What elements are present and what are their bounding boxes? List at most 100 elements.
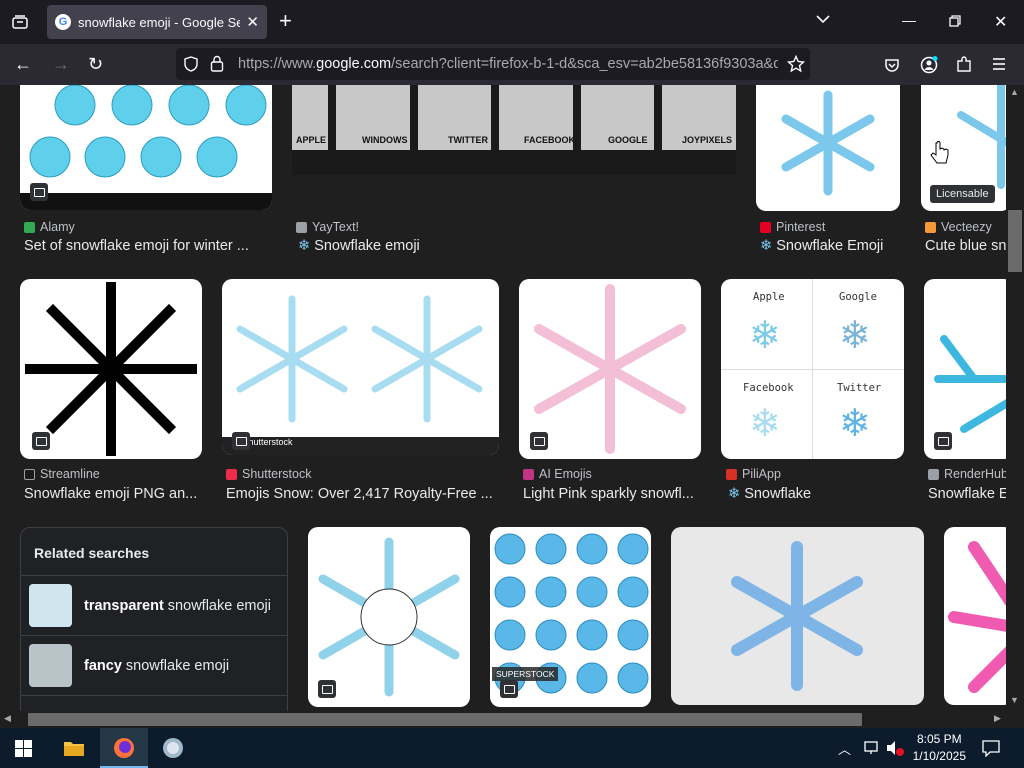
source-name: RenderHub bbox=[944, 467, 1006, 481]
related-thumbnail bbox=[29, 584, 72, 627]
active-tab[interactable]: G snowflake emoji - Google Search ✕ bbox=[47, 5, 267, 39]
related-rest-text: snowflake emoji bbox=[121, 657, 230, 674]
snowflake-icon: ❄ bbox=[728, 486, 741, 502]
hand-cursor-icon bbox=[930, 141, 949, 164]
image-result-thumbnail[interactable] bbox=[944, 527, 1006, 705]
result-source[interactable]: AI Emojis bbox=[523, 467, 592, 481]
related-thumbnail bbox=[29, 644, 72, 687]
grid-label: Google bbox=[839, 291, 877, 303]
source-name: Shutterstock bbox=[242, 467, 312, 481]
result-source[interactable]: Alamy bbox=[24, 220, 75, 234]
licensable-label: Licensable bbox=[936, 188, 989, 200]
close-tab-icon[interactable]: ✕ bbox=[246, 13, 259, 31]
extensions-icon[interactable] bbox=[956, 56, 972, 73]
account-icon[interactable] bbox=[920, 56, 938, 74]
related-search-item[interactable]: fancy snowflake emoji bbox=[21, 635, 287, 695]
scroll-down-icon[interactable]: ▼ bbox=[1010, 695, 1019, 705]
pocket-icon[interactable] bbox=[884, 57, 900, 73]
firefox-taskbar-button[interactable] bbox=[100, 728, 148, 768]
result-source[interactable]: Shutterstock bbox=[226, 467, 311, 481]
close-window-icon[interactable]: ✕ bbox=[994, 12, 1007, 32]
result-source[interactable]: Streamline bbox=[24, 467, 100, 481]
source-name: Pinterest bbox=[776, 220, 826, 234]
result-title[interactable]: Set of snowflake emoji for winter ... bbox=[24, 238, 264, 254]
platform-label: APPLE bbox=[296, 135, 327, 145]
result-source[interactable]: RenderHub bbox=[928, 467, 1006, 481]
result-title[interactable]: ❄ Snowflake Emoji bbox=[760, 238, 883, 254]
scrollbar-thumb[interactable] bbox=[28, 713, 862, 726]
address-bar[interactable]: https://www.google.com/search?client=fir… bbox=[176, 48, 810, 80]
related-search-item[interactable]: transparent snowflake emoji bbox=[21, 575, 287, 635]
pink-snowflake-image bbox=[948, 541, 1006, 693]
light-blue-snowflakes-image bbox=[222, 295, 499, 455]
related-search-item[interactable] bbox=[21, 695, 287, 711]
related-search-label: transparent snowflake emoji bbox=[84, 598, 271, 614]
related-searches-panel: Related searches transparent snowflake e… bbox=[20, 527, 288, 711]
source-name: Alamy bbox=[40, 220, 75, 234]
scrollbar-thumb[interactable] bbox=[1008, 210, 1022, 272]
horizontal-scrollbar[interactable]: ◀ ▶ bbox=[0, 711, 1024, 728]
notifications-icon[interactable] bbox=[982, 739, 1000, 757]
image-result-thumbnail[interactable] bbox=[756, 85, 900, 211]
file-explorer-icon[interactable] bbox=[63, 739, 85, 757]
result-title[interactable]: Light Pink sparkly snowfl... bbox=[523, 486, 699, 502]
grid-label: Apple bbox=[753, 291, 785, 303]
image-icon bbox=[530, 432, 548, 450]
image-result-thumbnail[interactable]: APPLE WINDOWS TWITTER FACEBOOK GOOGLE JO… bbox=[292, 85, 736, 175]
result-title[interactable]: ❄ Snowflake emoji bbox=[298, 238, 420, 254]
result-title[interactable]: Emojis Snow: Over 2,417 Royalty-Free ... bbox=[226, 486, 498, 502]
image-result-thumbnail[interactable]: Apple Google Facebook Twitter ❄ ❄ ❄ ❄ bbox=[721, 279, 904, 459]
list-all-tabs-button[interactable] bbox=[0, 0, 40, 44]
result-title[interactable]: ❄ Snowflake bbox=[728, 486, 811, 502]
grid-label: Facebook bbox=[743, 382, 794, 394]
watermark-text: SUPERSTOCK bbox=[492, 667, 559, 681]
app-globe-icon[interactable] bbox=[161, 736, 185, 760]
network-icon[interactable] bbox=[864, 740, 882, 756]
site-favicon-icon bbox=[925, 221, 936, 233]
result-source[interactable]: YayText! bbox=[296, 220, 359, 234]
image-result-thumbnail[interactable] bbox=[671, 527, 924, 705]
image-icon bbox=[318, 680, 336, 698]
result-title-text: Snowflake emoji bbox=[314, 238, 420, 254]
related-bold-text: transparent bbox=[84, 597, 164, 614]
result-source[interactable]: Pinterest bbox=[760, 220, 825, 234]
image-result-thumbnail[interactable]: shutterstock bbox=[222, 279, 499, 455]
volume-muted-icon[interactable] bbox=[886, 740, 904, 756]
chevron-up-icon[interactable]: ︿ bbox=[838, 739, 851, 758]
new-tab-button[interactable]: + bbox=[279, 10, 292, 32]
back-arrow-icon[interactable]: ← bbox=[14, 54, 32, 74]
reload-icon[interactable]: ↻ bbox=[88, 54, 103, 74]
windows-start-icon[interactable] bbox=[15, 740, 32, 757]
tabs-list-icon bbox=[12, 15, 28, 29]
vertical-scrollbar[interactable]: ▲ ▼ bbox=[1006, 85, 1024, 711]
result-title[interactable]: Snowflake E bbox=[928, 486, 1006, 502]
restore-icon[interactable] bbox=[949, 15, 961, 27]
snowflake-icon: ❄ bbox=[749, 403, 781, 445]
result-title[interactable]: Snowflake emoji PNG an... bbox=[24, 486, 204, 502]
image-icon bbox=[500, 680, 518, 698]
minimize-icon[interactable]: — bbox=[902, 12, 916, 28]
snowflake-icon: ❄ bbox=[298, 238, 311, 254]
result-title[interactable]: Cute blue sn bbox=[925, 238, 1006, 254]
url-path: /search?client=firefox-b-1-d&sca_esv=ab2… bbox=[391, 56, 778, 72]
menu-icon[interactable] bbox=[992, 58, 1006, 70]
related-searches-heading: Related searches bbox=[34, 545, 150, 561]
clock[interactable]: 8:05 PM 1/10/2025 bbox=[913, 731, 966, 765]
image-icon bbox=[30, 183, 48, 201]
clock-date: 1/10/2025 bbox=[912, 749, 966, 763]
platform-label: WINDOWS bbox=[362, 135, 408, 145]
image-result-thumbnail[interactable] bbox=[20, 85, 272, 210]
chevron-down-icon[interactable] bbox=[816, 14, 830, 24]
result-source[interactable]: PiliApp bbox=[726, 467, 781, 481]
site-favicon-icon bbox=[226, 468, 237, 480]
grid-label: Twitter bbox=[837, 382, 882, 394]
lock-icon[interactable] bbox=[210, 55, 224, 72]
result-source[interactable]: Vecteezy bbox=[925, 220, 992, 234]
scroll-left-icon[interactable]: ◀ bbox=[4, 713, 11, 724]
shield-icon[interactable] bbox=[184, 56, 198, 72]
scroll-right-icon[interactable]: ▶ bbox=[994, 713, 1001, 724]
image-icon bbox=[32, 432, 50, 450]
bookmark-star-icon[interactable] bbox=[787, 55, 805, 73]
scroll-up-icon[interactable]: ▲ bbox=[1010, 87, 1019, 97]
forward-arrow-icon[interactable]: → bbox=[52, 54, 70, 74]
